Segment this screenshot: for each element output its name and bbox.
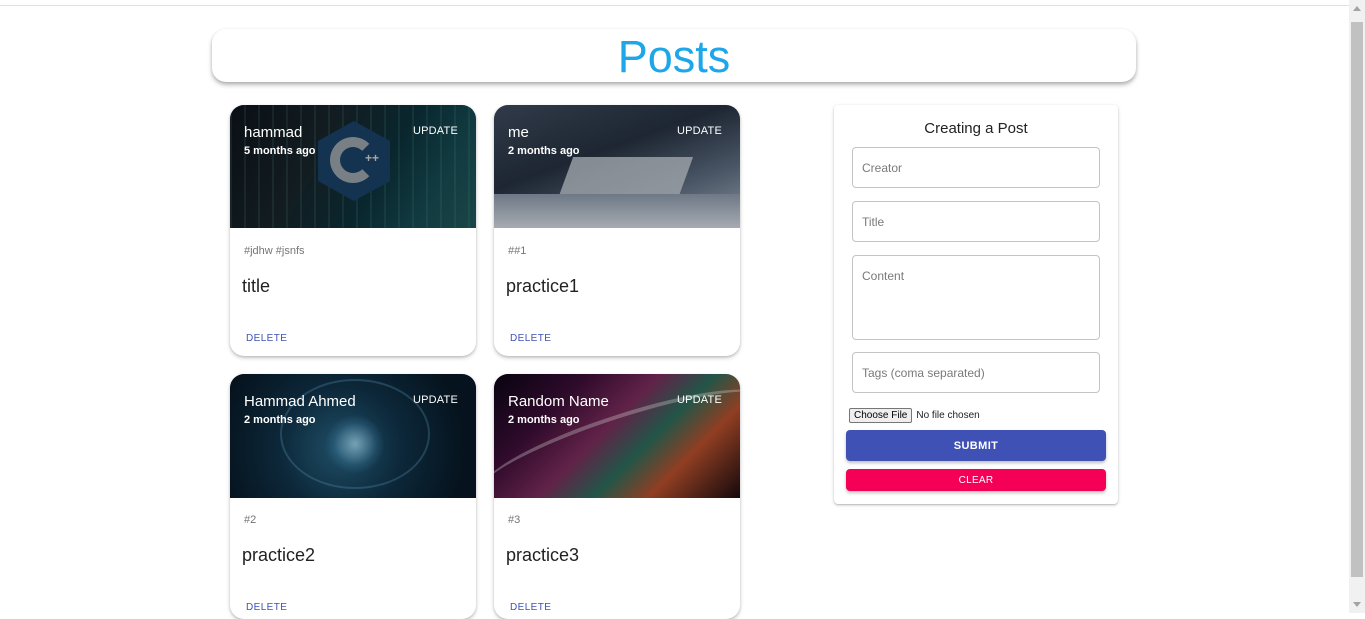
post-title: practice2 [242,545,316,565]
delete-button[interactable]: DELETE [510,602,551,613]
choose-file-button[interactable]: Choose File [849,408,913,423]
scroll-up-icon[interactable] [1353,6,1361,11]
page-scrollbar[interactable] [1349,0,1365,613]
post-card: ++ hammad 5 months ago UPDATE #jdhw #jsn… [230,105,476,356]
form-heading: Creating a Post [924,120,1028,137]
update-button[interactable]: UPDATE [413,394,458,406]
page-title: Posts [617,31,731,82]
top-border [0,5,1349,6]
post-image: ++ hammad 5 months ago UPDATE [230,105,476,228]
post-creator: Hammad Ahmed [244,393,356,410]
post-tags: #jdhw #jsnfs [244,245,305,257]
post-tags: #3 [508,514,521,526]
tags-input[interactable] [852,352,1100,393]
delete-button[interactable]: DELETE [510,333,551,344]
post-image: Random Name 2 months ago UPDATE [494,374,740,498]
post-image: Hammad Ahmed 2 months ago UPDATE [230,374,476,498]
post-time: 2 months ago [244,414,316,426]
app-bar: Posts [212,29,1136,82]
post-card: Hammad Ahmed 2 months ago UPDATE #2 prac… [230,374,476,619]
update-button[interactable]: UPDATE [413,125,458,137]
post-time: 5 months ago [244,145,316,157]
update-button[interactable]: UPDATE [677,394,722,406]
post-image: me 2 months ago UPDATE [494,105,740,228]
update-button[interactable]: UPDATE [677,125,722,137]
post-title: title [242,276,271,296]
post-time: 2 months ago [508,414,580,426]
post-tags: ##1 [508,245,527,257]
post-creator: hammad [244,124,303,141]
clear-button[interactable]: CLEAR [846,469,1106,491]
file-status: No file chosen [916,410,980,421]
delete-button[interactable]: DELETE [246,602,287,613]
scrollbar-thumb[interactable] [1351,22,1363,577]
creator-input[interactable] [852,147,1100,188]
content-textarea[interactable] [852,255,1100,340]
post-time: 2 months ago [508,145,580,157]
post-title: practice3 [506,545,580,565]
post-tags: #2 [244,514,257,526]
scroll-down-icon[interactable] [1353,602,1361,607]
post-title: practice1 [506,276,580,296]
delete-button[interactable]: DELETE [246,333,287,344]
create-post-form: Creating a Post Choose File No file chos… [834,105,1118,504]
post-card: Random Name 2 months ago UPDATE #3 pract… [494,374,740,619]
post-card: me 2 months ago UPDATE ##1 practice1 DEL… [494,105,740,356]
submit-button[interactable]: SUBMIT [846,430,1106,461]
title-input[interactable] [852,201,1100,242]
post-creator: Random Name [508,393,609,410]
post-creator: me [508,124,529,141]
file-picker: Choose File No file chosen [849,408,980,423]
